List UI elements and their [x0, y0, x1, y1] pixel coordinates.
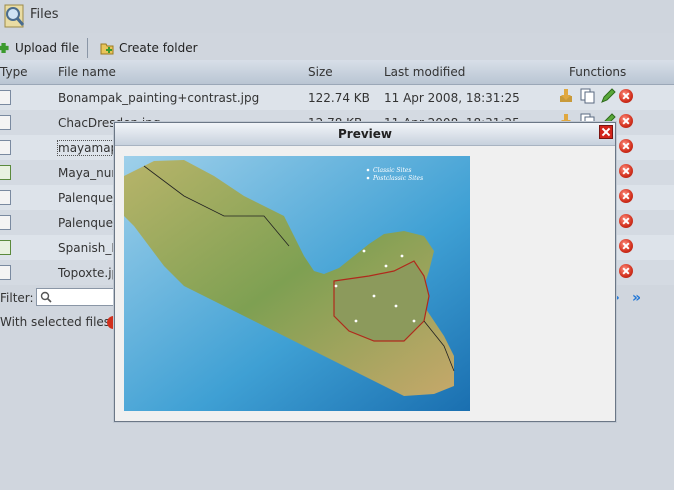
file-modified: 11 Apr 2008, 18:31:25: [384, 91, 520, 105]
image-file-icon: [0, 265, 11, 280]
delete-icon[interactable]: [619, 264, 633, 278]
image-file-icon: [0, 190, 11, 205]
delete-icon[interactable]: [619, 164, 633, 178]
app-title: Files: [30, 7, 59, 22]
preview-dialog-title: Preview: [115, 123, 615, 146]
download-icon[interactable]: [558, 88, 574, 104]
delete-icon[interactable]: [619, 239, 633, 253]
toolbar-separator: [87, 38, 88, 58]
folder-add-icon: [100, 43, 114, 55]
upload-icon: [0, 43, 9, 53]
maya-map-image: Classic Sites Postclassic Sites: [124, 156, 470, 411]
delete-icon[interactable]: [619, 214, 633, 228]
image-file-icon: [0, 90, 11, 105]
column-header-last-modified[interactable]: Last modified: [384, 65, 465, 79]
map-legend-postclassic: Postclassic Sites: [372, 175, 423, 182]
rename-pencil-icon[interactable]: [600, 88, 616, 104]
preview-dialog: Preview Classic Sites Postclassic Sites: [114, 122, 616, 422]
delete-icon[interactable]: [619, 114, 633, 128]
file-name[interactable]: Bonampak_painting+contrast.jpg: [58, 91, 259, 105]
edit-file-icon: [0, 240, 11, 255]
edit-file-icon: [0, 165, 11, 180]
image-file-icon: [0, 140, 11, 155]
close-icon[interactable]: [599, 125, 613, 139]
upload-file-button[interactable]: Upload file: [0, 39, 79, 57]
copy-icon[interactable]: [580, 88, 596, 104]
image-file-icon: [0, 215, 11, 230]
file-name[interactable]: Palenque_: [58, 191, 119, 205]
file-size: 122.74 KB: [308, 91, 370, 105]
filter-input[interactable]: [36, 288, 116, 306]
file-grid-header: Type File name Size Last modified Functi…: [0, 60, 674, 85]
column-header-type[interactable]: Type: [0, 65, 28, 79]
create-folder-button[interactable]: Create folder: [100, 39, 198, 57]
file-name[interactable]: Topoxte.jp: [58, 266, 119, 280]
file-name[interactable]: Palenque_: [58, 216, 119, 230]
delete-icon[interactable]: [619, 139, 633, 153]
map-legend-classic: Classic Sites: [373, 167, 412, 174]
column-header-file-name[interactable]: File name: [58, 65, 116, 79]
files-magnifier-icon: [4, 4, 25, 28]
last-page-button[interactable]: »: [632, 290, 641, 306]
create-folder-label: Create folder: [119, 41, 198, 55]
table-row[interactable]: Bonampak_painting+contrast.jpg 122.74 KB…: [0, 85, 674, 110]
delete-icon[interactable]: [619, 189, 633, 203]
delete-icon[interactable]: [619, 89, 633, 103]
preview-title-text: Preview: [337, 127, 392, 141]
column-header-size[interactable]: Size: [308, 65, 333, 79]
column-header-functions: Functions: [569, 65, 627, 79]
with-selected-label: With selected files:: [0, 315, 115, 329]
image-file-icon: [0, 115, 11, 130]
title-bar: Files: [0, 0, 674, 33]
search-icon: [40, 291, 52, 303]
toolbar: Upload file Create folder: [0, 36, 674, 60]
upload-file-label: Upload file: [15, 41, 80, 55]
filter-label: Filter:: [0, 291, 34, 305]
